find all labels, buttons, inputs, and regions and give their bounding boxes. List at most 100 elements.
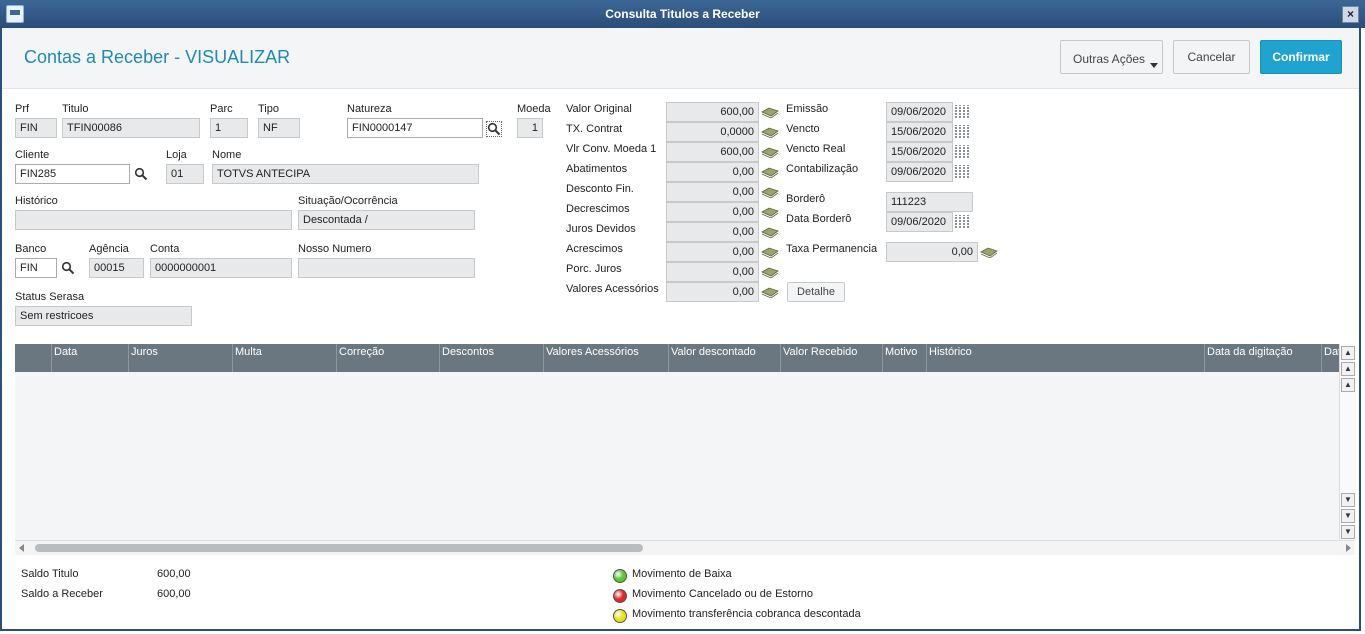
money-icon[interactable]	[980, 246, 998, 258]
value-field[interactable]: 600,00	[666, 102, 759, 122]
historico-field[interactable]	[15, 210, 292, 230]
detail-button[interactable]: Detalhe	[787, 282, 845, 302]
scroll-bottom-icon[interactable]: ▼	[1341, 525, 1355, 539]
grid-column-header[interactable]: Dat	[1321, 344, 1340, 372]
money-icon[interactable]	[761, 126, 779, 138]
value-label: Valor Original	[566, 103, 632, 115]
moeda-field[interactable]: 1	[517, 118, 543, 138]
money-icon[interactable]	[761, 166, 779, 178]
calendar-icon[interactable]	[955, 165, 971, 179]
grid-column-header[interactable]: Correção	[336, 344, 439, 372]
value-field[interactable]: 0,0000	[666, 122, 759, 142]
status-serasa-field[interactable]: Sem restricoes	[15, 306, 192, 326]
data-bordero-field[interactable]: 09/06/2020	[886, 212, 953, 232]
money-icon[interactable]	[761, 286, 779, 298]
horizontal-scrollbar[interactable]	[15, 541, 1355, 555]
value-field[interactable]: 0,00	[666, 262, 759, 282]
movements-grid: Data Juros Multa Correção Descontos Valores A…	[15, 344, 1355, 541]
grid-column-header[interactable]: Multa	[232, 344, 336, 372]
date-label: Vencto	[786, 123, 820, 135]
grid-column-header[interactable]: Descontos	[439, 344, 543, 372]
calendar-icon[interactable]	[955, 105, 971, 119]
value-label: Acrescimos	[566, 243, 623, 255]
value-label: Valores Acessórios	[566, 283, 659, 295]
data-bordero-calendar-icon[interactable]	[955, 215, 971, 229]
legend-status-icon	[613, 569, 627, 583]
bordero-field[interactable]: 111223	[886, 192, 973, 212]
value-field[interactable]: 0,00	[666, 182, 759, 202]
scroll-up-icon[interactable]: ▲	[1341, 378, 1355, 392]
grid-column-header[interactable]: Valores Acessórios	[543, 344, 668, 372]
historico-label: Histórico	[15, 195, 58, 207]
value-label: Desconto Fin.	[566, 183, 634, 195]
date-label: Contabilização	[786, 163, 859, 175]
page-title: Contas a Receber - VISUALIZAR	[24, 47, 291, 67]
close-button[interactable]: ×	[1342, 6, 1359, 23]
agencia-label: Agência	[89, 243, 129, 255]
date-field[interactable]: 15/06/2020	[886, 122, 953, 142]
money-icon[interactable]	[761, 246, 779, 258]
value-field[interactable]: 0,00	[666, 282, 759, 302]
money-icon[interactable]	[761, 206, 779, 218]
agencia-field[interactable]: 00015	[89, 258, 144, 278]
legend-status-icon	[613, 589, 627, 603]
cancel-button[interactable]: Cancelar	[1173, 40, 1250, 74]
grid-column-header[interactable]: Data da digitação	[1204, 344, 1321, 372]
money-icon[interactable]	[761, 146, 779, 158]
situacao-field[interactable]: Descontada /	[298, 210, 475, 230]
legend-label: Movimento Cancelado ou de Estorno	[632, 588, 813, 600]
value-label: Vlr Conv. Moeda 1	[566, 143, 657, 155]
cliente-search-icon[interactable]	[134, 167, 148, 181]
cliente-field[interactable]: FIN285	[15, 164, 130, 184]
title-bar: Consulta Titulos a Receber ×	[0, 0, 1365, 28]
value-field[interactable]: 0,00	[666, 222, 759, 242]
taxa-permanencia-field[interactable]: 0,00	[886, 242, 978, 262]
value-field[interactable]: 600,00	[666, 142, 759, 162]
titulo-field[interactable]: TFIN00086	[62, 118, 200, 138]
parc-field[interactable]: 1	[210, 118, 248, 138]
grid-column-header[interactable]: Motivo	[882, 344, 926, 372]
prf-label: Prf	[15, 103, 30, 115]
calendar-icon[interactable]	[955, 145, 971, 159]
banco-search-icon[interactable]	[61, 261, 75, 275]
scroll-left-icon[interactable]	[19, 544, 24, 552]
data-bordero-label: Data Borderô	[786, 213, 852, 225]
scroll-page-down-icon[interactable]: ▼	[1341, 509, 1355, 523]
value-label: Juros Devidos	[566, 223, 636, 235]
horizontal-scroll-thumb[interactable]	[35, 544, 643, 552]
prf-field[interactable]: FIN	[15, 118, 57, 138]
loja-field[interactable]: 01	[166, 164, 204, 184]
conta-field[interactable]: 0000000001	[150, 258, 292, 278]
calendar-icon[interactable]	[955, 125, 971, 139]
value-label: Decrescimos	[566, 203, 630, 215]
vertical-scrollbar[interactable]: ▲ ▲ ▲ ▼ ▼ ▼	[1339, 344, 1355, 540]
tipo-field[interactable]: NF	[258, 118, 300, 138]
nome-field[interactable]: TOTVS ANTECIPA	[212, 164, 479, 184]
money-icon[interactable]	[761, 106, 779, 118]
scroll-down-icon[interactable]: ▼	[1341, 493, 1355, 507]
grid-column-header[interactable]: Data	[51, 344, 128, 372]
scroll-top-icon[interactable]: ▲	[1341, 346, 1355, 360]
date-field[interactable]: 15/06/2020	[886, 142, 953, 162]
scroll-right-icon[interactable]	[1346, 544, 1351, 552]
date-field[interactable]: 09/06/2020	[886, 162, 953, 182]
value-field[interactable]: 0,00	[666, 162, 759, 182]
grid-column-header[interactable]: Valor descontado	[668, 344, 780, 372]
natureza-search-icon[interactable]	[486, 121, 502, 137]
banco-field[interactable]: FIN	[15, 258, 57, 278]
nosso-numero-field[interactable]	[298, 258, 475, 278]
scroll-page-up-icon[interactable]: ▲	[1341, 362, 1355, 376]
money-icon[interactable]	[761, 186, 779, 198]
value-field[interactable]: 0,00	[666, 202, 759, 222]
value-field[interactable]: 0,00	[666, 242, 759, 262]
natureza-field[interactable]: FIN0000147	[347, 118, 483, 138]
banco-label: Banco	[15, 243, 47, 255]
money-icon[interactable]	[761, 226, 779, 238]
grid-column-header[interactable]: Juros	[128, 344, 232, 372]
grid-column-header[interactable]: Valor Recebido	[780, 344, 882, 372]
date-field[interactable]: 09/06/2020	[886, 102, 953, 122]
confirm-button[interactable]: Confirmar	[1260, 40, 1342, 74]
money-icon[interactable]	[761, 266, 779, 278]
grid-column-header[interactable]: Histórico	[926, 344, 1204, 372]
other-actions-button[interactable]: Outras Ações	[1060, 40, 1163, 74]
